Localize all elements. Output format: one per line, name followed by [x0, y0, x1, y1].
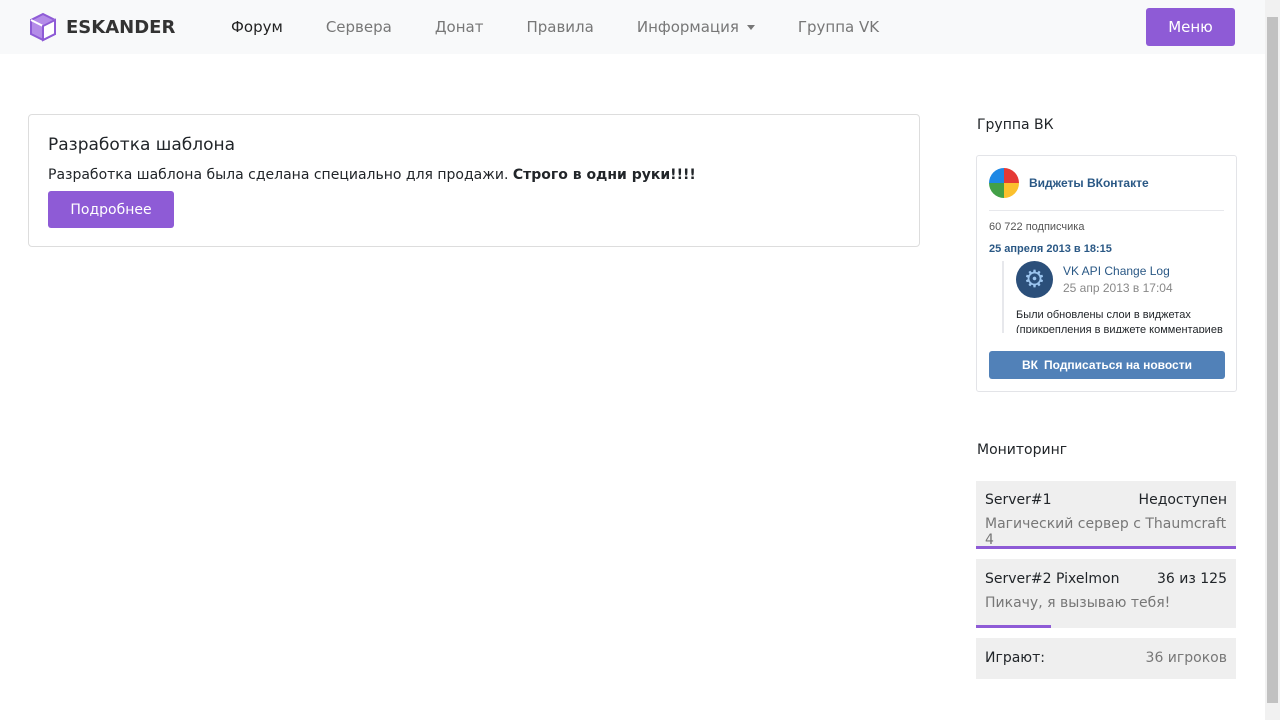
players-total: Играют: 36 игроков [976, 638, 1236, 679]
vk-widget: Виджеты ВКонтакте 60 722 подписчика 25 а… [976, 155, 1237, 392]
vk-post-text: Были обновлены слои в виджетах (прикрепл… [1016, 309, 1223, 333]
server-progress [976, 625, 1052, 628]
monitoring-title: Мониторинг [977, 442, 1068, 458]
vk-group-name[interactable]: Виджеты ВКонтакте [1029, 176, 1149, 190]
vk-post: ⚙ VK API Change Log 25 апр 2013 в 17:04 Б… [1002, 261, 1224, 333]
scrollbar-thumb[interactable] [1267, 17, 1278, 703]
vk-subscribers: 60 722 подписчика [989, 221, 1085, 233]
vk-subscribe-button[interactable]: ВК Подписаться на новости [989, 351, 1225, 379]
nav-forum[interactable]: Форум [231, 18, 283, 36]
card-text: Разработка шаблона была сделана специаль… [48, 167, 900, 183]
brand-name: ESKANDER [66, 16, 176, 38]
server-name: Server#1 [985, 492, 1052, 508]
server-progress [976, 546, 1236, 549]
vk-post-time: 25 апр 2013 в 17:04 [1063, 281, 1173, 295]
vk-post-date[interactable]: 25 апреля 2013 в 18:15 [989, 243, 1224, 255]
server-2: Server#2 Pixelmon 36 из 125 Пикачу, я выз… [976, 559, 1236, 628]
server-desc: Магический сервер с Thaumcraft 4 [985, 516, 1227, 548]
card-text-body: Разработка шаблона была сделана специаль… [48, 167, 513, 183]
players-value: 36 игроков [1145, 650, 1227, 666]
cube-icon [30, 12, 56, 42]
nav-vk-group[interactable]: Группа VK [798, 18, 879, 36]
vk-subscribe-label: Подписаться на новости [1044, 358, 1192, 372]
more-button[interactable]: Подробнее [48, 191, 174, 228]
server-status: Недоступен [1138, 492, 1227, 508]
nav-info-label: Информация [636, 18, 739, 36]
brand-link[interactable]: ESKANDER [28, 12, 175, 42]
nav-donate[interactable]: Донат [435, 18, 484, 36]
vk-section-title: Группа ВК [977, 117, 1054, 133]
server-status: 36 из 125 [1157, 571, 1227, 587]
players-label: Играют: [985, 650, 1045, 666]
navbar: ESKANDER Форум Сервера Донат Правила Инф… [0, 0, 1265, 54]
nav-servers[interactable]: Сервера [326, 18, 392, 36]
caret-down-icon [746, 25, 755, 30]
server-1: Server#1 Недоступен Магический сервер с T… [976, 481, 1236, 549]
gear-icon: ⚙ [1016, 261, 1053, 298]
nav-rules[interactable]: Правила [526, 18, 593, 36]
server-desc: Пикачу, я вызываю тебя! [985, 595, 1171, 611]
card-text-bold: Строго в одни руки!!!! [512, 167, 696, 183]
news-card: Разработка шаблона Разработка шаблона бы… [28, 114, 920, 247]
nav-info-dropdown[interactable]: Информация [637, 18, 755, 36]
menu-button[interactable]: Меню [1146, 8, 1235, 46]
vk-group-avatar[interactable] [989, 168, 1019, 198]
server-name: Server#2 Pixelmon [985, 571, 1120, 587]
card-title: Разработка шаблона [48, 135, 236, 155]
vk-post-author[interactable]: VK API Change Log [1063, 264, 1173, 278]
vk-logo-icon: ВК [1022, 358, 1039, 372]
